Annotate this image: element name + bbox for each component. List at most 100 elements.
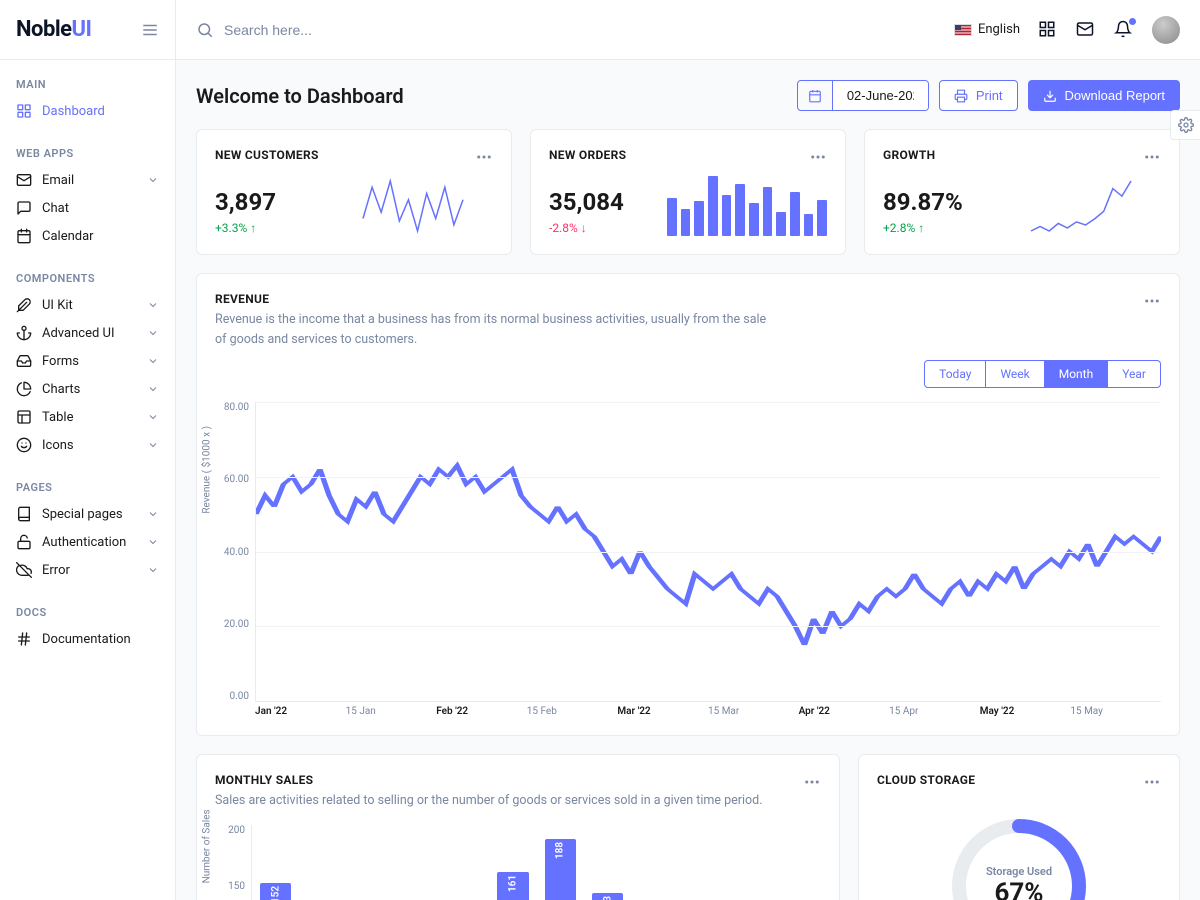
sidebar-item-label: Forms — [42, 354, 79, 369]
calendar-icon — [16, 228, 32, 244]
revenue-plot — [255, 402, 1161, 702]
bell-icon[interactable] — [1114, 20, 1134, 40]
calendar-icon — [798, 81, 833, 110]
download-report-button[interactable]: Download Report — [1028, 80, 1180, 111]
stat-delta: +3.3% ↑ — [215, 221, 256, 235]
sidebar-item-email[interactable]: Email — [0, 166, 175, 194]
sales-plot: 15210993113126161188143102113112124 — [251, 825, 821, 900]
storage-used-label: Storage Used — [986, 865, 1052, 878]
chevron-down-icon — [147, 536, 159, 548]
mail-icon[interactable] — [1076, 20, 1096, 40]
storage-donut: Storage Used 67% — [944, 811, 1094, 900]
sidebar-item-label: Email — [42, 173, 74, 188]
date-input[interactable] — [833, 81, 928, 110]
date-picker[interactable] — [797, 80, 929, 111]
chevron-down-icon — [147, 383, 159, 395]
tab-month[interactable]: Month — [1045, 361, 1108, 387]
nav-heading: MAIN — [0, 72, 175, 97]
chat-icon — [16, 200, 32, 216]
stat-delta: -2.8% ↓ — [549, 221, 587, 235]
topbar: English — [176, 0, 1200, 60]
apps-icon[interactable] — [1038, 20, 1058, 40]
dashboard-icon — [16, 103, 32, 119]
feather-icon — [16, 297, 32, 313]
nav-heading: PAGES — [0, 475, 175, 500]
sidebar-item-error[interactable]: Error — [0, 556, 175, 584]
stat-title: NEW CUSTOMERS — [215, 148, 319, 162]
stat-value: 3,897 — [215, 188, 276, 216]
sidebar-item-label: Chat — [42, 201, 69, 216]
revenue-y-label: Revenue ( $1000 x ) — [202, 426, 213, 514]
table-icon — [16, 409, 32, 425]
cloud-off-icon — [16, 562, 32, 578]
chevron-down-icon — [147, 439, 159, 451]
tab-year[interactable]: Year — [1108, 361, 1160, 387]
sidebar-item-chat[interactable]: Chat — [0, 194, 175, 222]
sales-bar: 143 — [592, 893, 623, 900]
sidebar-item-label: Special pages — [42, 507, 123, 522]
sidebar-item-authentication[interactable]: Authentication — [0, 528, 175, 556]
settings-fab[interactable] — [1170, 110, 1200, 140]
sidebar-item-icons[interactable]: Icons — [0, 431, 175, 459]
sidebar-item-special-pages[interactable]: Special pages — [0, 500, 175, 528]
sidebar: NobleUI MAIN Dashboard WEB APPS Email Chat Ca… — [0, 0, 176, 900]
more-icon[interactable] — [1143, 148, 1161, 166]
search-box[interactable] — [196, 21, 424, 39]
revenue-y-ticks: 80.0060.0040.0020.000.00 — [215, 402, 255, 702]
search-input[interactable] — [224, 22, 424, 38]
stat-card-new-orders: NEW ORDERS35,084-2.8% ↓ — [530, 129, 846, 255]
more-icon[interactable] — [1143, 292, 1161, 310]
flag-icon — [954, 24, 972, 36]
more-icon[interactable] — [475, 148, 493, 166]
sidebar-item-label: Calendar — [42, 229, 94, 244]
sidebar-item-dashboard[interactable]: Dashboard — [0, 97, 175, 125]
chevron-down-icon — [147, 174, 159, 186]
mail-icon — [16, 172, 32, 188]
stat-value: 35,084 — [549, 188, 624, 216]
tab-today[interactable]: Today — [925, 361, 986, 387]
nav-heading: COMPONENTS — [0, 266, 175, 291]
sales-bar: 188 — [545, 839, 576, 900]
sidebar-item-calendar[interactable]: Calendar — [0, 222, 175, 250]
printer-icon — [954, 89, 968, 103]
chevron-down-icon — [147, 327, 159, 339]
more-icon[interactable] — [1143, 773, 1161, 791]
sidebar-item-charts[interactable]: Charts — [0, 375, 175, 403]
avatar[interactable] — [1152, 16, 1180, 44]
more-icon[interactable] — [803, 773, 821, 791]
nav-heading: WEB APPS — [0, 141, 175, 166]
chevron-down-icon — [147, 355, 159, 367]
page-title: Welcome to Dashboard — [196, 84, 404, 108]
sidebar-item-advanced-ui[interactable]: Advanced UI — [0, 319, 175, 347]
chevron-down-icon — [147, 299, 159, 311]
language-selector[interactable]: English — [954, 22, 1020, 37]
download-icon — [1043, 89, 1057, 103]
sidebar-toggle[interactable] — [141, 21, 159, 39]
sidebar-item-label: Authentication — [42, 535, 126, 550]
storage-title: CLOUD STORAGE — [877, 773, 975, 787]
sidebar-item-label: Icons — [42, 438, 74, 453]
revenue-title: REVENUE — [215, 292, 775, 306]
sales-bar: 161 — [497, 872, 528, 900]
sales-bar: 152 — [260, 883, 291, 900]
cloud-storage-card: CLOUD STORAGE Storage Used 67% — [858, 754, 1180, 900]
sidebar-item-table[interactable]: Table — [0, 403, 175, 431]
tab-week[interactable]: Week — [986, 361, 1044, 387]
sidebar-item-ui-kit[interactable]: UI Kit — [0, 291, 175, 319]
hash-icon — [16, 631, 32, 647]
sidebar-item-forms[interactable]: Forms — [0, 347, 175, 375]
sales-y-ticks: 20015010050 — [215, 825, 251, 900]
sidebar-item-label: Table — [42, 410, 73, 425]
revenue-period-tabs: TodayWeekMonthYear — [924, 360, 1161, 388]
chevron-down-icon — [147, 411, 159, 423]
sidebar-item-documentation[interactable]: Documentation — [0, 625, 175, 653]
pie-icon — [16, 381, 32, 397]
brand-logo: NobleUI — [0, 0, 175, 60]
more-icon[interactable] — [809, 148, 827, 166]
sales-title: MONTHLY SALES — [215, 773, 763, 787]
stat-sparkline — [1001, 176, 1161, 236]
stat-sparkline — [333, 176, 493, 236]
print-button[interactable]: Print — [939, 80, 1018, 111]
sidebar-item-label: Dashboard — [42, 104, 105, 119]
search-icon — [196, 21, 214, 39]
